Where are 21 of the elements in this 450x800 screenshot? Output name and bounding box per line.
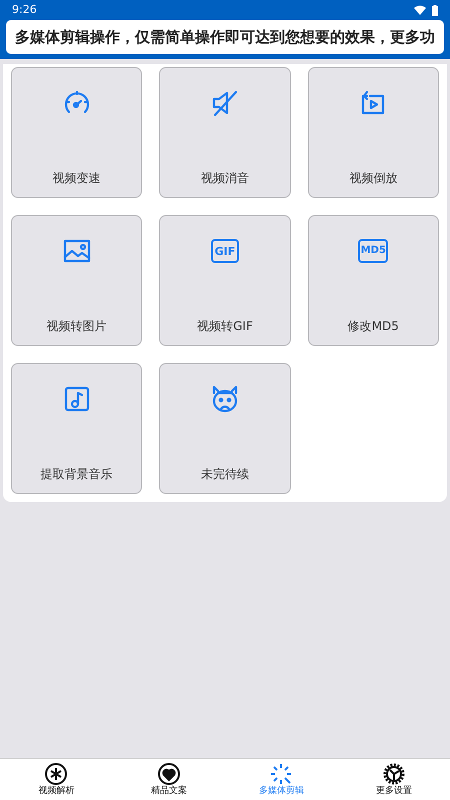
tool-card[interactable]: 提取背景音乐: [11, 363, 142, 494]
marquee-text: 多媒体剪辑操作，仅需简单操作即可达到您想要的效果，更多功: [15, 26, 435, 48]
label-icon: GIF: [210, 239, 239, 263]
gear-icon: [382, 762, 406, 786]
nav-tab[interactable]: 多媒体剪辑: [225, 759, 338, 800]
wifi-icon: [414, 5, 426, 15]
nav-tab[interactable]: 精品文案: [112, 759, 225, 800]
label-icon: MD5: [358, 239, 388, 263]
status-time: 9:26: [12, 2, 37, 18]
tool-card[interactable]: 未完待续: [159, 363, 291, 494]
tool-card[interactable]: 视频消音: [159, 67, 291, 198]
battery-icon: [432, 4, 438, 16]
tool-card[interactable]: 视频变速: [11, 67, 142, 198]
nav-tab[interactable]: 视频解析: [0, 759, 112, 800]
asterisk-icon: [44, 762, 68, 786]
tool-card[interactable]: 视频倒放: [308, 67, 439, 198]
sparkle-icon: [269, 762, 294, 786]
tool-card[interactable]: MD5 修改MD5: [308, 215, 439, 346]
nav-tab[interactable]: 更多设置: [338, 759, 450, 800]
tool-card[interactable]: GIF 视频转GIF: [159, 215, 291, 346]
tool-card[interactable]: 视频转图片: [11, 215, 142, 346]
